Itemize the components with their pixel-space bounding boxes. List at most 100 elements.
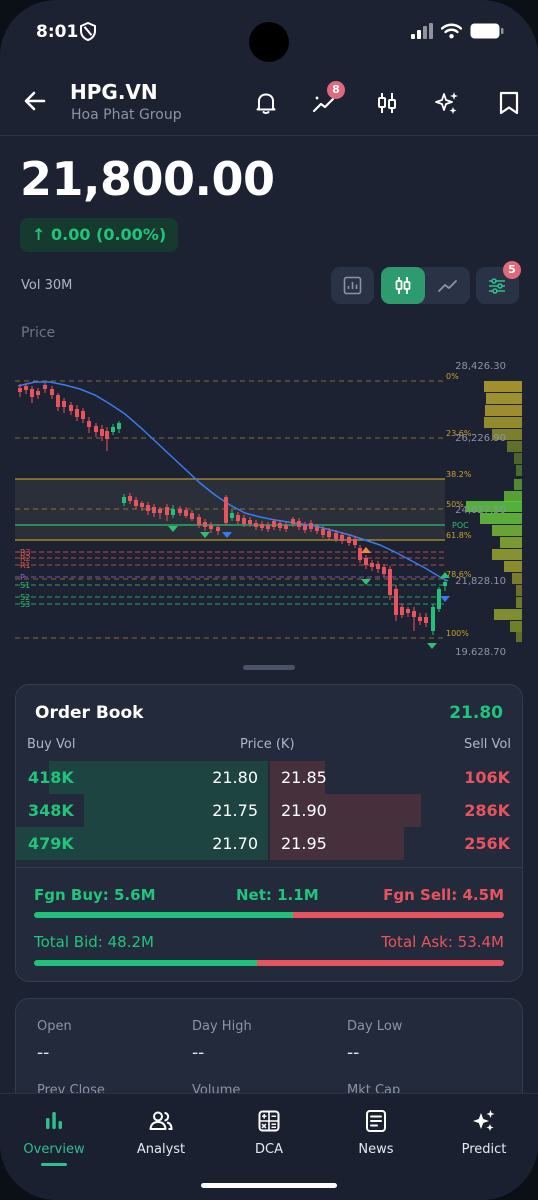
candle-body: [158, 509, 162, 513]
candle-body: [431, 607, 435, 631]
candle-body: [297, 521, 301, 527]
indicators-button[interactable]: 5: [476, 261, 521, 304]
open-value: --: [37, 1043, 50, 1063]
candle-body: [209, 525, 213, 529]
candles-icon: [395, 277, 411, 294]
bookmark-icon[interactable]: [496, 90, 522, 116]
people-icon: [149, 1111, 173, 1130]
newspaper-icon: [366, 1110, 386, 1132]
stock-header: HPG.VN Hoa Phat Group 8: [0, 70, 538, 136]
calculator-icon: [258, 1110, 280, 1132]
candle-body: [94, 426, 98, 432]
candle-body: [437, 589, 441, 609]
candle-body: [248, 520, 252, 524]
bid-price: 21.75: [212, 801, 258, 820]
line-chart-button[interactable]: [426, 267, 470, 304]
candle-body: [100, 429, 104, 436]
ask-volume: 256K: [464, 834, 510, 853]
candle-chart-button[interactable]: [381, 267, 425, 304]
fib-label: 61.8%: [446, 531, 472, 540]
candle-body: [224, 497, 228, 523]
order-book-last-price: 21.80: [449, 703, 503, 723]
candle-body: [400, 607, 404, 615]
candle-body: [230, 513, 234, 518]
candle-body: [340, 535, 344, 541]
status-bar: 8:01: [0, 0, 538, 64]
candle-body: [105, 431, 109, 439]
candle-body: [62, 401, 66, 407]
candle-body: [353, 539, 357, 545]
volume-profile-bar: [516, 465, 522, 476]
price-axis-label: 24,027.50: [455, 505, 506, 516]
tab-predict[interactable]: Predict: [430, 1108, 538, 1157]
trend-signals-icon[interactable]: 8: [311, 81, 345, 116]
pivot-label: R1: [20, 561, 31, 570]
candle-body: [272, 521, 276, 527]
candle-body: [406, 609, 410, 613]
candle-body: [291, 519, 295, 524]
bid-price: 21.70: [212, 834, 258, 853]
candle-body: [128, 496, 132, 501]
volume-profile-bar: [484, 381, 522, 392]
price-axis-label: 21,828.10: [455, 576, 506, 587]
volume-profile-bar: [510, 621, 522, 632]
candle-body: [165, 507, 169, 515]
chart-price-label: Price: [21, 325, 56, 341]
price-axis-label: 26,226.90: [455, 433, 506, 444]
candle-body: [140, 503, 144, 507]
candle-body: [418, 617, 422, 621]
volume-profile-bar: [485, 405, 522, 416]
candles-icon[interactable]: [374, 90, 400, 116]
tab-news[interactable]: News: [322, 1108, 430, 1157]
volume-profile-bar: [516, 585, 522, 596]
candle-body: [278, 523, 282, 528]
open-label: Open: [37, 1019, 72, 1034]
buy-vol-header: Buy Vol: [27, 737, 76, 752]
order-book-card: Order Book 21.80 Buy Vol Price (K) Sell …: [15, 684, 523, 982]
price-chart[interactable]: 0%23.6%38.2%50%61.8%78.6%100%POCR3R2R1PS…: [0, 355, 538, 655]
tab-label: DCA: [255, 1142, 283, 1157]
volume-profile-bar: [494, 609, 522, 620]
ask-price: 21.85: [281, 768, 327, 787]
tab-label: News: [358, 1142, 394, 1157]
price-axis-label: 19,628.70: [455, 647, 506, 655]
bell-icon[interactable]: [253, 90, 279, 116]
foreign-sell: Fgn Sell: 4.5M: [383, 886, 504, 904]
candle-body: [111, 427, 115, 432]
tab-overview[interactable]: Overview: [0, 1108, 108, 1166]
candle-body: [190, 513, 194, 519]
candle-body: [382, 567, 386, 574]
candle-body: [122, 497, 126, 503]
volume-profile-bar: [486, 393, 522, 404]
fib-label: 100%: [446, 629, 469, 638]
day-high-value: --: [192, 1043, 205, 1063]
volume-profile-bar: [512, 573, 522, 584]
bid-volume: 348K: [28, 801, 74, 820]
volume-label: Vol 30M: [21, 278, 73, 293]
day-low-label: Day Low: [347, 1019, 403, 1034]
signal-down-marker: [440, 596, 450, 602]
volume-profile-bar: [492, 525, 522, 536]
volume-profile-bar: [484, 417, 522, 428]
candle-body: [394, 589, 398, 615]
tab-analyst[interactable]: Analyst: [107, 1108, 215, 1157]
chart-report-button[interactable]: [331, 267, 374, 304]
volume-profile-bar: [500, 537, 522, 548]
foreign-net: Net: 1.1M: [236, 886, 319, 904]
bid-price: 21.80: [212, 768, 258, 787]
sparkles-icon: [473, 1110, 495, 1131]
drag-handle[interactable]: [243, 665, 295, 670]
fib-label: 0%: [446, 372, 459, 381]
active-tab-indicator: [41, 1163, 67, 1166]
price-header: Price (K): [240, 737, 295, 752]
camera-cutout: [249, 22, 289, 62]
candle-body: [117, 423, 121, 429]
home-indicator[interactable]: [201, 1183, 337, 1188]
candle-body: [146, 505, 150, 511]
candle-body: [36, 391, 40, 395]
company-name: Hoa Phat Group: [71, 107, 182, 123]
back-arrow-icon[interactable]: [22, 88, 48, 118]
tab-label: Analyst: [136, 1142, 186, 1157]
tab-dca[interactable]: DCA: [215, 1108, 323, 1157]
sparkles-icon[interactable]: [434, 90, 460, 116]
